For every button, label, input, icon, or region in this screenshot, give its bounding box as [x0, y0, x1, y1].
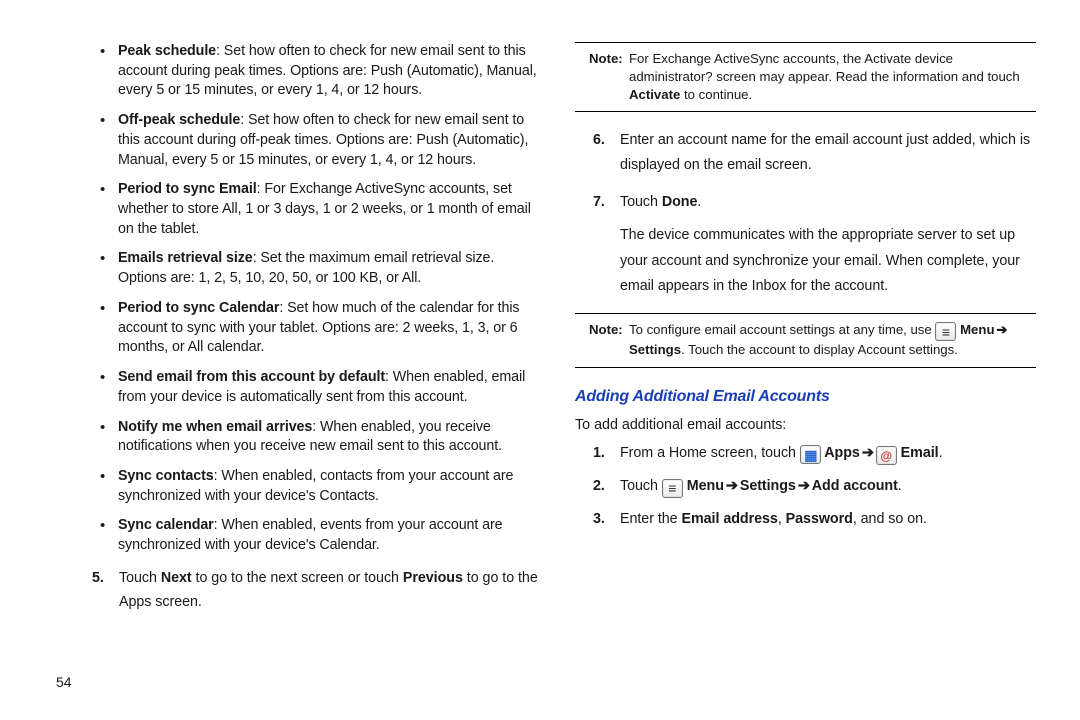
text: ,	[778, 511, 786, 527]
note-settings: Note: To configure email account setting…	[575, 313, 1036, 368]
note-text: to continue.	[680, 87, 752, 102]
arrow-icon: ➔	[995, 321, 1010, 339]
email-icon	[876, 446, 897, 465]
text: .	[939, 445, 943, 461]
arrow-icon: ➔	[860, 444, 876, 464]
settings-label: Settings	[740, 478, 796, 494]
step-number: 5.	[92, 566, 104, 590]
term: Peak schedule	[118, 43, 216, 59]
step-6: 6. Enter an account name for the email a…	[585, 128, 1036, 178]
text: Touch	[119, 570, 161, 586]
password-label: Password	[786, 511, 853, 527]
term: Emails retrieval size	[118, 250, 253, 266]
text: , and so on.	[853, 511, 927, 527]
add-account-label: Add account	[812, 478, 898, 494]
note-text: To configure email account settings at a…	[629, 322, 935, 337]
term: Notify me when email arrives	[118, 419, 312, 435]
step-number: 2.	[593, 477, 605, 497]
term: Period to sync Calendar	[118, 300, 279, 316]
numbered-steps-left: 5. Touch Next to go to the next screen o…	[84, 566, 545, 615]
add-step-2: 2. Touch Menu ➔ Settings ➔ Add account.	[585, 477, 1036, 498]
intro-text: To add additional email accounts:	[575, 416, 1036, 436]
text: .	[697, 194, 701, 210]
bullet-period-sync-calendar: Period to sync Calendar: Set how much of…	[84, 299, 545, 358]
email-address-label: Email address	[682, 511, 778, 527]
arrow-icon: ➔	[796, 477, 812, 497]
apps-label: Apps	[821, 445, 860, 461]
text: to go to the next screen or touch	[192, 570, 403, 586]
bullet-notify-arrives: Notify me when email arrives: When enabl…	[84, 418, 545, 457]
numbered-steps-right: 6. Enter an account name for the email a…	[575, 128, 1036, 298]
bullet-retrieval-size: Emails retrieval size: Set the maximum e…	[84, 249, 545, 288]
step-7-body: The device communicates with the appropr…	[620, 223, 1036, 298]
text: .	[898, 478, 902, 494]
step-5: 5. Touch Next to go to the next screen o…	[84, 566, 545, 615]
bullet-period-sync-email: Period to sync Email: For Exchange Activ…	[84, 180, 545, 239]
note-text: . Touch the account to display Account s…	[681, 342, 958, 357]
term: Sync calendar	[118, 517, 214, 533]
menu-label: Menu	[683, 478, 724, 494]
column-right: Note: For Exchange ActiveSync accounts, …	[575, 42, 1050, 700]
bullet-sync-contacts: Sync contacts: When enabled, contacts fr…	[84, 467, 545, 506]
term: Sync contacts	[118, 468, 214, 484]
arrow-icon: ➔	[724, 477, 740, 497]
step-number: 6.	[593, 128, 605, 153]
menu-label: Menu	[956, 322, 994, 337]
note-activate: Note: For Exchange ActiveSync accounts, …	[575, 42, 1036, 112]
done-label: Done	[662, 194, 698, 210]
numbered-steps-add: 1. From a Home screen, touch Apps ➔ Emai…	[575, 444, 1036, 530]
step-7: 7. Touch Done. The device communicates w…	[585, 190, 1036, 298]
text: Enter an account name for the email acco…	[620, 132, 1030, 173]
term: Period to sync Email	[118, 181, 257, 197]
column-left: Peak schedule: Set how often to check fo…	[30, 42, 545, 700]
text: Touch	[620, 478, 662, 494]
add-step-1: 1. From a Home screen, touch Apps ➔ Emai…	[585, 444, 1036, 466]
bullet-offpeak-schedule: Off-peak schedule: Set how often to chec…	[84, 111, 545, 170]
text: Enter the	[620, 511, 682, 527]
note-text: For Exchange ActiveSync accounts, the Ac…	[629, 51, 1020, 84]
page: Peak schedule: Set how often to check fo…	[0, 0, 1080, 720]
menu-icon	[662, 479, 683, 498]
menu-icon	[935, 322, 956, 341]
page-number: 54	[56, 673, 72, 692]
step-number: 1.	[593, 444, 605, 464]
step-number: 7.	[593, 190, 605, 215]
bullet-sync-calendar: Sync calendar: When enabled, events from…	[84, 516, 545, 555]
options-bullet-list: Peak schedule: Set how often to check fo…	[84, 42, 545, 556]
term: Send email from this account by default	[118, 369, 385, 385]
apps-icon	[800, 445, 821, 464]
activate-label: Activate	[629, 87, 680, 102]
bullet-send-default: Send email from this account by default:…	[84, 368, 545, 407]
text: Touch	[620, 194, 662, 210]
text: From a Home screen, touch	[620, 445, 800, 461]
note-label: Note:	[589, 321, 623, 339]
settings-label: Settings	[629, 342, 681, 357]
step-number: 3.	[593, 510, 605, 530]
email-label: Email	[897, 445, 939, 461]
next-label: Next	[161, 570, 192, 586]
add-step-3: 3. Enter the Email address, Password, an…	[585, 510, 1036, 530]
section-heading-adding-accounts: Adding Additional Email Accounts	[575, 386, 1036, 408]
bullet-peak-schedule: Peak schedule: Set how often to check fo…	[84, 42, 545, 101]
previous-label: Previous	[403, 570, 463, 586]
term: Off-peak schedule	[118, 112, 240, 128]
note-label: Note:	[589, 50, 623, 68]
